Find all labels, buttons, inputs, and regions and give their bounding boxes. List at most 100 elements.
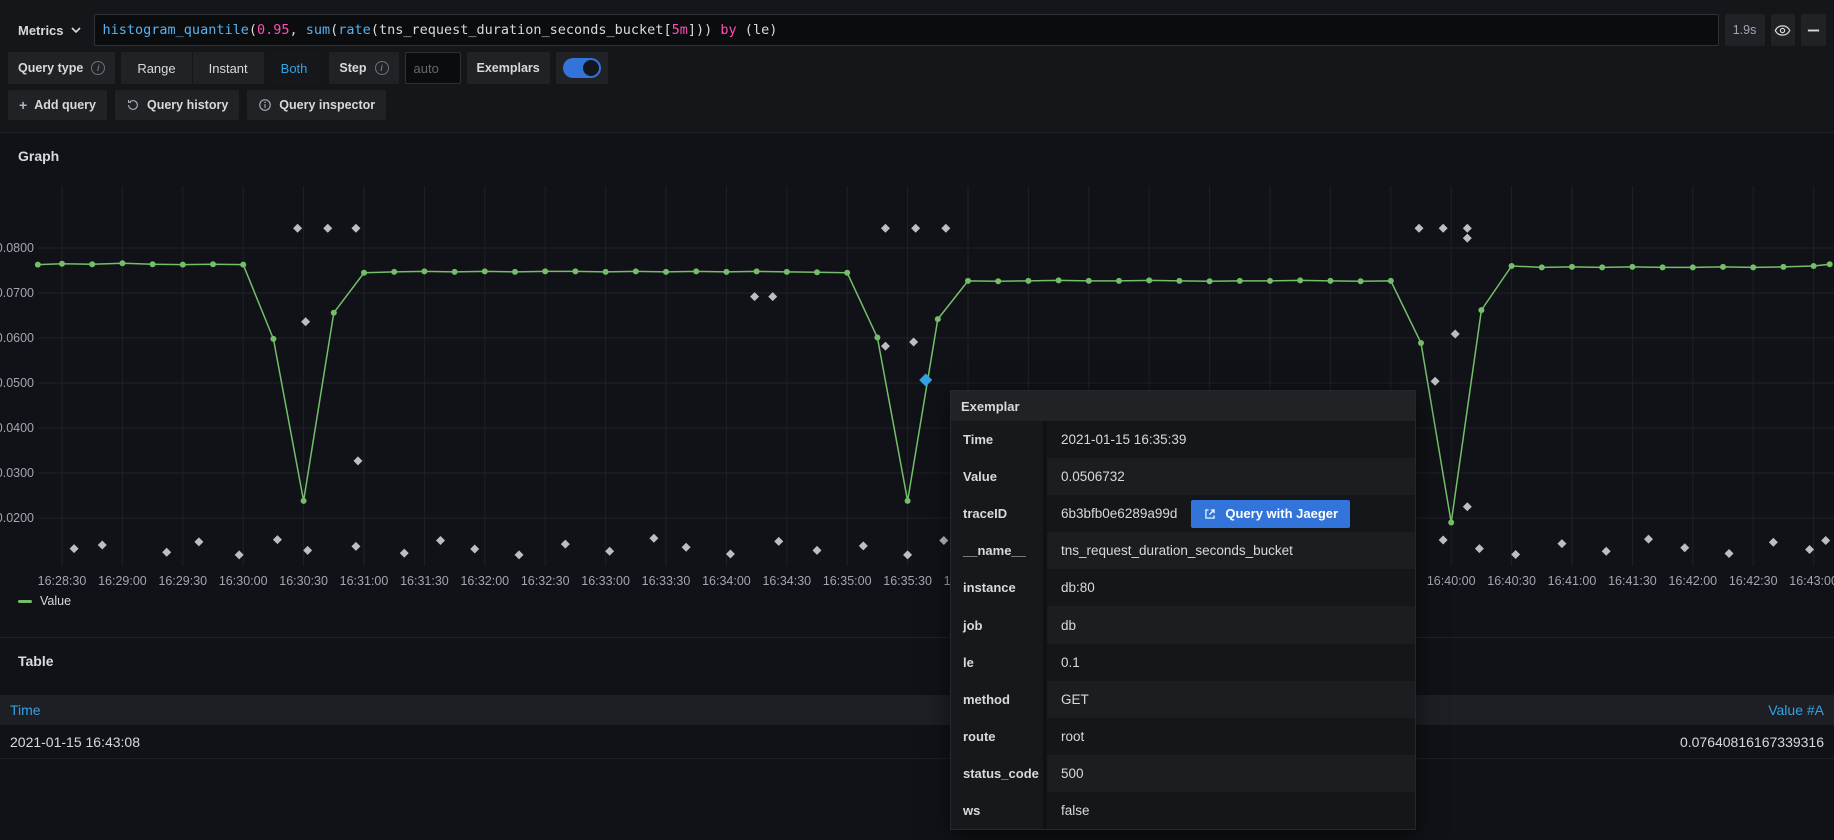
series-point[interactable] (874, 335, 880, 341)
exemplar-marker[interactable] (323, 224, 332, 233)
series-point[interactable] (1569, 264, 1575, 270)
preview-query-button[interactable] (1771, 14, 1796, 46)
series-point[interactable] (1388, 278, 1394, 284)
promql-query-input[interactable]: histogram_quantile(0.95, sum(rate(tns_re… (94, 14, 1719, 46)
series-point[interactable] (1418, 340, 1424, 346)
exemplar-marker[interactable] (70, 544, 79, 553)
series-point[interactable] (1509, 263, 1515, 269)
series-point[interactable] (59, 261, 65, 267)
exemplar-marker[interactable] (1805, 545, 1814, 554)
series-point[interactable] (1660, 264, 1666, 270)
series-point[interactable] (784, 269, 790, 275)
series-point[interactable] (1690, 264, 1696, 270)
series-point[interactable] (1448, 520, 1454, 526)
series-point[interactable] (1176, 278, 1182, 284)
series-point[interactable] (361, 270, 367, 276)
info-icon[interactable]: i (375, 61, 389, 75)
series-point[interactable] (1539, 264, 1545, 270)
series-point[interactable] (35, 262, 41, 268)
series-point[interactable] (421, 268, 427, 274)
exemplar-marker[interactable] (293, 224, 302, 233)
series-point[interactable] (995, 278, 1001, 284)
series-point[interactable] (814, 269, 820, 275)
exemplar-marker[interactable] (1451, 329, 1460, 338)
exemplar-marker[interactable] (911, 224, 920, 233)
series-point[interactable] (119, 260, 125, 266)
graph-canvas[interactable]: 0.08000.07000.06000.05000.04000.03000.02… (0, 133, 1834, 603)
exemplar-marker[interactable] (515, 550, 524, 559)
series-point[interactable] (301, 498, 307, 504)
exemplar-marker[interactable] (1414, 224, 1423, 233)
query-inspector-button[interactable]: Query inspector (247, 90, 386, 120)
exemplar-marker[interactable] (1439, 224, 1448, 233)
series-point[interactable] (1056, 277, 1062, 283)
series-point[interactable] (935, 316, 941, 322)
exemplar-marker[interactable] (235, 550, 244, 559)
exemplar-marker[interactable] (1680, 543, 1689, 552)
exemplar-marker[interactable] (1644, 535, 1653, 544)
table-column-header-value[interactable]: Value #A (1768, 702, 1824, 718)
series-point[interactable] (1086, 278, 1092, 284)
exemplar-marker[interactable] (941, 224, 950, 233)
exemplar-marker[interactable] (1463, 502, 1472, 511)
series-point[interactable] (1827, 261, 1833, 267)
series-point[interactable] (1116, 278, 1122, 284)
exemplar-marker[interactable] (561, 540, 570, 549)
exemplar-marker[interactable] (98, 541, 107, 550)
exemplar-marker[interactable] (1511, 550, 1520, 559)
exemplar-marker[interactable] (859, 541, 868, 550)
exemplar-marker[interactable] (351, 542, 360, 551)
exemplar-marker[interactable] (470, 545, 479, 554)
exemplar-marker[interactable] (1557, 539, 1566, 548)
series-point[interactable] (754, 268, 760, 274)
series-point[interactable] (542, 268, 548, 274)
series-point[interactable] (1297, 277, 1303, 283)
series-point[interactable] (633, 268, 639, 274)
series-point[interactable] (240, 262, 246, 268)
exemplar-marker[interactable] (1463, 234, 1472, 243)
series-point[interactable] (965, 278, 971, 284)
query-history-button[interactable]: Query history (115, 90, 239, 120)
series-point[interactable] (1629, 264, 1635, 270)
query-with-jaeger-button[interactable]: Query with Jaeger (1191, 500, 1350, 528)
exemplar-marker[interactable] (194, 537, 203, 546)
exemplar-marker[interactable] (881, 224, 890, 233)
series-point[interactable] (180, 262, 186, 268)
series-point[interactable] (1025, 278, 1031, 284)
series-point[interactable] (1237, 278, 1243, 284)
exemplar-marker[interactable] (1821, 536, 1830, 545)
series-point[interactable] (1780, 264, 1786, 270)
collapse-query-button[interactable] (1801, 14, 1826, 46)
datasource-picker-button[interactable]: Metrics (8, 14, 92, 46)
graph-legend[interactable]: Value (18, 594, 71, 608)
series-point[interactable] (1599, 264, 1605, 270)
exemplar-marker[interactable] (605, 547, 614, 556)
exemplar-marker[interactable] (649, 534, 658, 543)
series-point[interactable] (905, 498, 911, 504)
series-point[interactable] (482, 268, 488, 274)
exemplar-marker[interactable] (881, 342, 890, 351)
series-point[interactable] (693, 268, 699, 274)
series-point[interactable] (89, 261, 95, 267)
info-icon[interactable]: i (91, 61, 105, 75)
exemplar-marker[interactable] (303, 546, 312, 555)
series-point[interactable] (452, 269, 458, 275)
exemplar-marker[interactable] (436, 536, 445, 545)
series-point[interactable] (844, 270, 850, 276)
exemplar-marker[interactable] (1475, 544, 1484, 553)
exemplar-marker[interactable] (273, 535, 282, 544)
series-point[interactable] (723, 269, 729, 275)
query-type-option-instant[interactable]: Instant (193, 52, 265, 84)
query-type-option-range[interactable]: Range (121, 52, 192, 84)
series-point[interactable] (1750, 264, 1756, 270)
series-point[interactable] (1720, 264, 1726, 270)
exemplar-marker[interactable] (682, 543, 691, 552)
exemplar-marker[interactable] (774, 537, 783, 546)
exemplar-marker[interactable] (1431, 377, 1440, 386)
exemplar-marker[interactable] (1463, 224, 1472, 233)
exemplar-marker[interactable] (1602, 547, 1611, 556)
exemplar-marker[interactable] (1769, 538, 1778, 547)
exemplar-marker[interactable] (351, 224, 360, 233)
exemplar-marker[interactable] (909, 338, 918, 347)
table-column-header-time[interactable]: Time (10, 702, 41, 718)
